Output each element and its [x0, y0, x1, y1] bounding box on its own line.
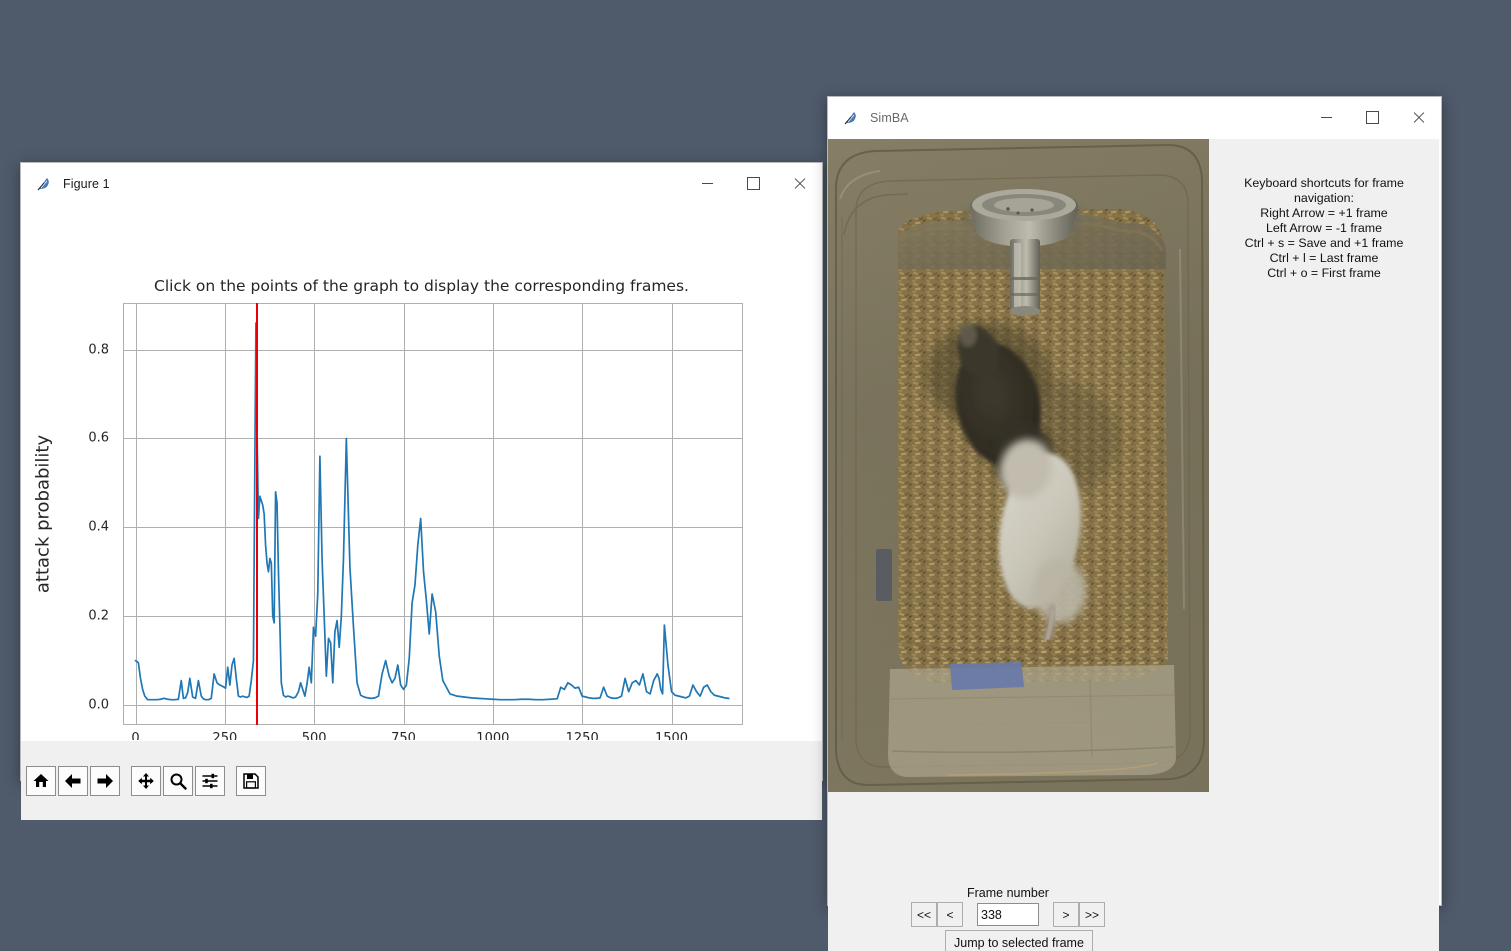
shortcut-line: Ctrl + l = Last frame — [1213, 251, 1435, 266]
x-tick-label: 1000 — [476, 731, 509, 740]
figure-titlebar[interactable]: Figure 1 — [21, 163, 822, 205]
shortcut-line: Ctrl + o = First frame — [1213, 266, 1435, 281]
first-frame-button[interactable]: << — [911, 902, 937, 927]
close-icon — [1412, 111, 1425, 124]
y-tick-label: 0.0 — [88, 698, 109, 713]
x-tick-label: 750 — [391, 731, 416, 740]
minimize-icon — [1321, 117, 1332, 118]
frame-number-input[interactable] — [977, 903, 1039, 926]
plot-area[interactable]: 0.00.20.40.60.8 0250500750100012501500 a… — [123, 303, 743, 725]
next-frame-button[interactable]: > — [1053, 902, 1079, 927]
plot-title: Click on the points of the graph to disp… — [21, 277, 822, 295]
feather-icon — [35, 175, 53, 193]
back-button[interactable] — [58, 766, 88, 796]
simba-window: SimBA — [827, 96, 1442, 906]
magnifier-icon — [169, 772, 187, 790]
arrow-left-icon — [64, 772, 82, 790]
previous-frame-button[interactable]: < — [937, 902, 963, 927]
matplotlib-toolbar — [21, 740, 822, 820]
save-button[interactable] — [236, 766, 266, 796]
shortcut-line: Left Arrow = -1 frame — [1213, 221, 1435, 236]
keyboard-shortcuts-text: Keyboard shortcuts for frame navigation:… — [1209, 176, 1439, 281]
zoom-button[interactable] — [163, 766, 193, 796]
video-frame-image — [828, 139, 1209, 792]
jump-to-selected-frame-button[interactable]: Jump to selected frame — [945, 930, 1093, 951]
floppy-disk-icon — [242, 772, 260, 790]
home-button[interactable] — [26, 766, 56, 796]
maximize-icon — [1366, 111, 1379, 124]
x-tick-label: 1500 — [655, 731, 688, 740]
minimize-icon — [702, 183, 713, 184]
desktop-background: Figure 1 Click on the points of the grap… — [0, 0, 1511, 951]
y-tick-label: 0.6 — [88, 431, 109, 446]
simba-body: Keyboard shortcuts for frame navigation:… — [828, 139, 1439, 904]
move-cross-icon — [137, 772, 155, 790]
y-tick-label: 0.2 — [88, 609, 109, 624]
y-tick-label: 0.4 — [88, 520, 109, 535]
maximize-icon — [747, 177, 760, 190]
frame-controls-pane: Frame number << < > >> Jump to selected … — [828, 880, 1439, 951]
shortcuts-pane: Keyboard shortcuts for frame navigation:… — [1209, 139, 1439, 904]
sliders-icon — [201, 772, 219, 790]
x-tick-label: 250 — [212, 731, 237, 740]
minimize-button[interactable] — [684, 163, 730, 204]
shortcut-line: Ctrl + s = Save and +1 frame — [1213, 236, 1435, 251]
arrow-right-icon — [96, 772, 114, 790]
y-axis-label: attack probability — [33, 435, 54, 593]
maximize-button[interactable] — [1349, 97, 1395, 138]
simba-window-buttons — [1303, 97, 1441, 138]
configure-subplots-button[interactable] — [195, 766, 225, 796]
figure-window: Figure 1 Click on the points of the grap… — [20, 162, 823, 781]
y-tick-label: 0.8 — [88, 342, 109, 357]
x-tick-label: 1250 — [566, 731, 599, 740]
feather-icon — [842, 109, 860, 127]
close-button[interactable] — [776, 163, 822, 204]
frame-number-label: Frame number — [828, 886, 1188, 900]
video-frame-display[interactable] — [828, 139, 1209, 792]
x-tick-label: 500 — [302, 731, 327, 740]
attack-probability-line — [123, 303, 743, 725]
minimize-button[interactable] — [1303, 97, 1349, 138]
frame-nav-row: << < > >> — [828, 902, 1188, 927]
x-tick-label: 0 — [131, 731, 139, 740]
shortcut-line: Right Arrow = +1 frame — [1213, 206, 1435, 221]
forward-button[interactable] — [90, 766, 120, 796]
home-icon — [32, 772, 50, 790]
maximize-button[interactable] — [730, 163, 776, 204]
simba-titlebar[interactable]: SimBA — [828, 97, 1441, 139]
figure-canvas[interactable]: Click on the points of the graph to disp… — [21, 205, 822, 740]
close-button[interactable] — [1395, 97, 1441, 138]
shortcuts-heading: Keyboard shortcuts for frame navigation: — [1213, 176, 1435, 206]
figure-window-buttons — [684, 163, 822, 204]
close-icon — [793, 177, 806, 190]
figure-title: Figure 1 — [63, 177, 110, 191]
selected-frame-marker — [256, 303, 258, 725]
simba-title: SimBA — [870, 111, 909, 125]
last-frame-button[interactable]: >> — [1079, 902, 1105, 927]
pan-button[interactable] — [131, 766, 161, 796]
